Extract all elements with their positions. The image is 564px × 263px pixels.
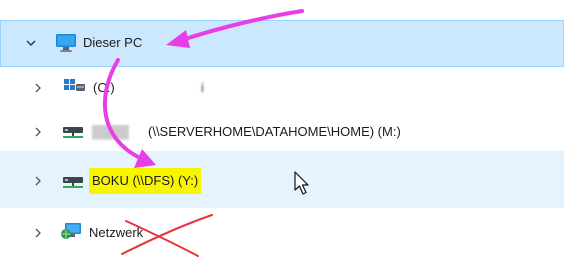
computer-icon — [56, 34, 76, 52]
network-drive-icon — [63, 127, 83, 138]
windows-drive-icon — [64, 79, 85, 91]
chevron-down-icon[interactable] — [25, 37, 37, 49]
tree-item-this-pc[interactable]: Dieser PC — [0, 20, 564, 67]
tree-item-drive-c[interactable]: (C:) i — [0, 68, 564, 108]
network-drive-icon — [63, 177, 83, 188]
tree-item-drive-m[interactable]: ▒▒▒▒ (\\SERVERHOME\DATAHOME\HOME) (M:) — [0, 110, 564, 150]
drive-c-obscured-text: i — [201, 80, 204, 95]
chevron-right-icon[interactable] — [32, 175, 44, 187]
chevron-right-icon[interactable] — [32, 227, 44, 239]
drive-m-label: (\\SERVERHOME\DATAHOME\HOME) (M:) — [148, 124, 401, 139]
chevron-right-icon[interactable] — [32, 82, 44, 94]
network-label: Netzwerk — [89, 225, 144, 240]
chevron-right-icon[interactable] — [32, 126, 44, 138]
drive-m-obscured-prefix: ▒▒▒▒ — [92, 124, 129, 139]
drive-c-label: (C:) — [93, 80, 115, 95]
navigation-tree: Dieser PC (C:) i ▒▒▒▒ (\\SERVERHOME\DATA — [0, 0, 564, 263]
drive-y-label: BOKU (\\DFS) (Y:) — [89, 168, 202, 194]
tree-item-network[interactable]: Netzwerk — [0, 213, 564, 253]
mouse-cursor-icon — [294, 171, 309, 195]
tree-item-drive-y[interactable]: BOKU (\\DFS) (Y:) — [0, 151, 564, 208]
this-pc-label: Dieser PC — [83, 35, 143, 50]
network-icon — [61, 223, 81, 239]
